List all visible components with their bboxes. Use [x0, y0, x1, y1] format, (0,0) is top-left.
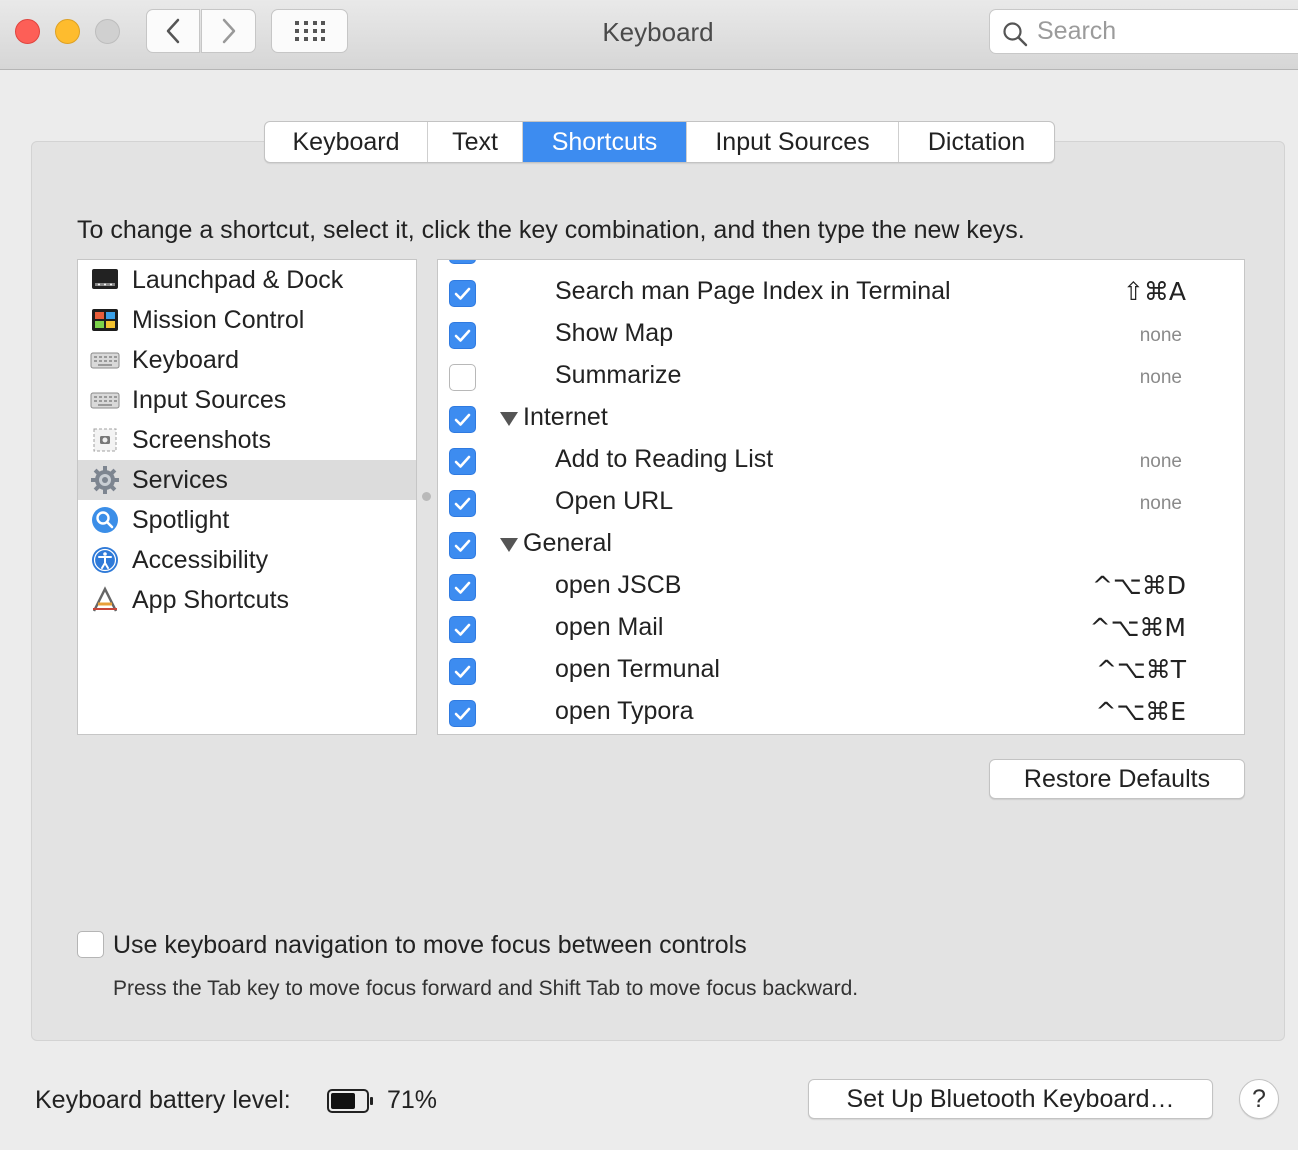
instruction-text: To change a shortcut, select it, click t… — [77, 216, 1025, 244]
checkbox-checked-icon[interactable] — [449, 322, 476, 349]
category-launchpad-dock[interactable]: Launchpad & Dock — [78, 260, 416, 300]
accessibility-icon — [90, 545, 120, 575]
search-input[interactable]: Search — [989, 9, 1298, 54]
checkbox-checked-icon[interactable] — [449, 490, 476, 517]
category-label: Screenshots — [132, 425, 271, 454]
checkbox-checked-icon[interactable] — [449, 658, 476, 685]
checkbox-checked-icon[interactable] — [449, 280, 476, 307]
tab-text[interactable]: Text — [428, 122, 523, 162]
splitter-handle[interactable] — [422, 492, 431, 501]
setup-bluetooth-keyboard-button[interactable]: Set Up Bluetooth Keyboard… — [808, 1079, 1213, 1119]
service-label: Show Map — [555, 319, 674, 347]
service-shortcut[interactable]: none — [1140, 325, 1182, 347]
service-label: open Termunal — [555, 655, 720, 683]
category-app-shortcuts[interactable]: App Shortcuts — [78, 580, 416, 620]
service-row[interactable]: Open URL none — [438, 483, 1244, 525]
service-label: Add to Reading List — [555, 445, 774, 473]
keyboard-navigation-checkbox[interactable] — [77, 931, 104, 958]
checkbox-checked-icon[interactable] — [449, 700, 476, 727]
category-input-sources[interactable]: Input Sources — [78, 380, 416, 420]
service-label: Summarize — [555, 361, 682, 389]
tab-keyboard[interactable]: Keyboard — [265, 122, 428, 162]
launchpad-dock-icon — [90, 265, 120, 295]
search-placeholder: Search — [1037, 17, 1117, 45]
category-mission-control[interactable]: Mission Control — [78, 300, 416, 340]
service-label: open Typora — [555, 697, 694, 725]
keyboard-navigation-label[interactable]: Use keyboard navigation to move focus be… — [113, 931, 747, 960]
service-shortcut[interactable]: ^⌥⌘D — [1092, 571, 1186, 600]
checkbox-checked-icon[interactable] — [449, 448, 476, 475]
category-label: Services — [132, 465, 228, 494]
battery-icon — [327, 1089, 373, 1113]
category-label: Input Sources — [132, 385, 287, 414]
services-gear-icon — [90, 465, 120, 495]
service-label: open Mail — [555, 613, 664, 641]
mission-control-icon — [90, 305, 120, 335]
tab-input-sources[interactable]: Input Sources — [687, 122, 899, 162]
spotlight-icon — [90, 505, 120, 535]
restore-defaults-button[interactable]: Restore Defaults — [989, 759, 1245, 799]
checkbox-unchecked-icon[interactable] — [449, 364, 476, 391]
services-shortcut-list: Search man Page Index in Terminal ⇧⌘A Sh… — [437, 259, 1245, 735]
keyboard-icon — [90, 345, 120, 375]
category-label: Spotlight — [132, 505, 230, 534]
category-keyboard[interactable]: Keyboard — [78, 340, 416, 380]
category-label: Keyboard — [132, 345, 240, 374]
title-bar: Keyboard Search — [0, 0, 1298, 70]
service-group-label: Internet — [523, 403, 608, 431]
service-row[interactable]: open Mail ^⌥⌘M — [438, 609, 1244, 651]
category-spotlight[interactable]: Spotlight — [78, 500, 416, 540]
category-label: App Shortcuts — [132, 585, 290, 614]
service-label: Open URL — [555, 487, 674, 515]
screenshots-icon — [90, 425, 120, 455]
service-row[interactable]: Add to Reading List none — [438, 441, 1244, 483]
service-group-row[interactable]: Internet — [438, 399, 1244, 441]
battery-fill — [331, 1093, 355, 1109]
service-row[interactable]: open Termunal ^⌥⌘T — [438, 651, 1244, 693]
service-group-row[interactable]: General — [438, 525, 1244, 567]
battery-percent: 71% — [387, 1086, 438, 1114]
search-icon — [1003, 22, 1028, 47]
checkbox-checked-icon[interactable] — [449, 406, 476, 433]
checkbox-checked-icon[interactable] — [449, 532, 476, 559]
tab-dictation[interactable]: Dictation — [899, 122, 1054, 162]
service-row[interactable]: open JSCB ^⌥⌘D — [438, 567, 1244, 609]
app-shortcuts-icon — [90, 585, 120, 615]
category-screenshots[interactable]: Screenshots — [78, 420, 416, 460]
service-shortcut[interactable]: none — [1140, 493, 1182, 515]
service-shortcut[interactable]: ^⌥⌘M — [1090, 613, 1186, 642]
category-label: Accessibility — [132, 545, 269, 574]
service-shortcut[interactable]: none — [1140, 451, 1182, 473]
service-row[interactable]: Summarize none — [438, 357, 1244, 399]
service-row[interactable]: open Typora ^⌥⌘E — [438, 693, 1244, 734]
category-services[interactable]: Services — [78, 460, 416, 500]
service-label: Search man Page Index in Terminal — [555, 277, 951, 305]
service-group-label: General — [523, 529, 612, 557]
tab-bar: Keyboard Text Shortcuts Input Sources Di… — [264, 121, 1055, 163]
service-shortcut[interactable]: ^⌥⌘E — [1095, 697, 1186, 726]
category-label: Mission Control — [132, 305, 305, 334]
service-row[interactable]: Search man Page Index in Terminal ⇧⌘A — [438, 273, 1244, 315]
category-label: Launchpad & Dock — [132, 265, 344, 294]
battery-level-label: Keyboard battery level: — [35, 1086, 291, 1114]
service-row[interactable]: Show Map none — [438, 315, 1244, 357]
checkbox-checked-icon[interactable] — [449, 616, 476, 643]
help-button[interactable]: ? — [1239, 1079, 1279, 1119]
disclosure-triangle-icon[interactable] — [500, 412, 518, 426]
tab-shortcuts[interactable]: Shortcuts — [523, 122, 687, 162]
service-label: open JSCB — [555, 571, 682, 599]
category-accessibility[interactable]: Accessibility — [78, 540, 416, 580]
service-row-partial — [438, 260, 1244, 272]
category-list: Launchpad & Dock Mission Control Keyboar… — [77, 259, 417, 735]
service-checkbox-partial — [449, 260, 476, 264]
service-shortcut[interactable]: ⇧⌘A — [1123, 277, 1186, 306]
service-shortcut[interactable]: ^⌥⌘T — [1096, 655, 1186, 684]
service-shortcut[interactable]: none — [1140, 367, 1182, 389]
keyboard-navigation-hint: Press the Tab key to move focus forward … — [113, 977, 859, 1000]
checkbox-checked-icon[interactable] — [449, 574, 476, 601]
input-sources-icon — [90, 385, 120, 415]
disclosure-triangle-icon[interactable] — [500, 538, 518, 552]
